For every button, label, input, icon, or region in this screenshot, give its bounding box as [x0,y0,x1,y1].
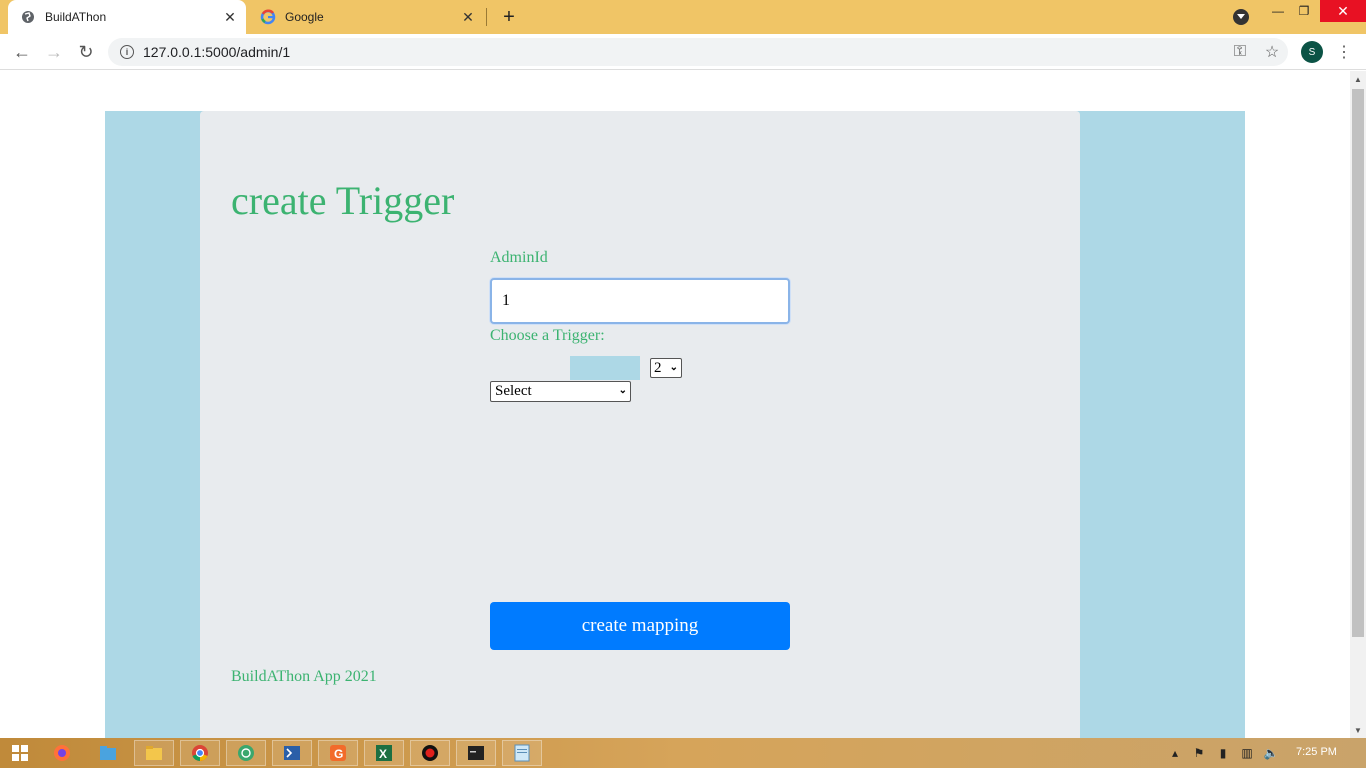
network-flag-icon[interactable]: ⚑ [1190,744,1208,762]
close-icon[interactable]: ✕ [458,7,478,27]
taskbar-clock[interactable]: 7:25 PM [1296,746,1337,758]
svg-text:X: X [379,747,387,761]
tab-separator [486,8,487,26]
count-select-value: 2 [654,359,662,376]
scrollbar[interactable]: ▲ ▼ [1350,71,1366,738]
restore-button[interactable]: ❐ [1291,0,1317,22]
tab-google[interactable]: Google ✕ [248,0,484,34]
forward-icon[interactable]: → [42,40,66,64]
tab-title: BuildAThon [45,10,107,24]
count-select[interactable]: 2 ⌄ [650,358,682,378]
chevron-down-icon[interactable] [1233,9,1249,25]
reload-icon[interactable]: ↻ [74,40,98,64]
star-icon[interactable]: ☆ [1262,42,1282,62]
battery-icon[interactable]: ▮ [1214,744,1232,762]
close-icon[interactable]: ✕ [220,7,240,27]
scroll-thumb[interactable] [1352,89,1364,637]
chevron-up-icon[interactable]: ▴ [1168,744,1182,762]
new-tab-button[interactable]: + [498,6,520,28]
files-icon[interactable] [88,740,128,766]
page-viewport: create Trigger AdminId Choose a Trigger:… [0,71,1350,738]
app-g-icon[interactable]: G [318,740,358,766]
page-background: create Trigger AdminId Choose a Trigger:… [105,111,1245,738]
scroll-down-icon[interactable]: ▼ [1350,722,1366,738]
footer-text: BuildAThon App 2021 [231,668,377,685]
browser-toolbar: ← → ↻ i 127.0.0.1:5000/admin/1 ⚿ ☆ S ⋮ [0,34,1366,70]
url-text: 127.0.0.1:5000/admin/1 [143,44,291,60]
minimize-button[interactable]: — [1265,0,1291,22]
more-menu-icon[interactable]: ⋮ [1336,41,1352,63]
chevron-down-icon: ⌄ [618,385,627,396]
page-title: create Trigger [231,178,455,223]
info-icon[interactable]: i [120,45,134,59]
signal-icon[interactable]: ▥ [1238,744,1256,762]
notepad-icon[interactable] [502,740,542,766]
chrome-icon[interactable] [180,740,220,766]
windows-start-icon[interactable] [0,740,40,766]
trigger-label: Choose a Trigger: [490,327,605,344]
chevron-down-icon: ⌄ [669,362,678,373]
terminal-icon[interactable] [456,740,496,766]
trigger-select[interactable]: Select ⌄ [490,381,631,402]
form-card: create Trigger AdminId Choose a Trigger:… [200,111,1080,738]
address-bar[interactable]: i 127.0.0.1:5000/admin/1 [108,38,1288,66]
excel-icon[interactable]: X [364,740,404,766]
taskbar: G X ▴ ⚑ ▮ ▥ 🔈 7:25 PM [0,738,1366,768]
admin-id-input[interactable] [490,278,790,324]
firefox-icon[interactable] [42,740,82,766]
globe-app-icon[interactable] [226,740,266,766]
file-explorer-icon[interactable] [134,740,174,766]
volume-icon[interactable]: 🔈 [1262,744,1280,762]
scroll-up-icon[interactable]: ▲ [1350,71,1366,87]
back-icon[interactable]: ← [10,40,34,64]
admin-id-label: AdminId [490,249,548,266]
svg-text:G: G [334,747,343,761]
powershell-icon[interactable] [272,740,312,766]
trigger-placeholder-block [570,356,640,380]
tab-title: Google [285,10,324,24]
trigger-select-value: Select [495,383,532,399]
avatar[interactable]: S [1301,41,1323,63]
google-icon [260,9,276,25]
create-mapping-button[interactable]: create mapping [490,602,790,650]
globe-icon [20,9,36,25]
window-close-button[interactable]: ✕ [1320,0,1366,22]
key-icon[interactable]: ⚿ [1230,42,1250,62]
tab-buildathon[interactable]: BuildAThon ✕ [8,0,246,34]
recorder-icon[interactable] [410,740,450,766]
tab-strip: BuildAThon ✕ Google ✕ + — ❐ ✕ [0,0,1366,34]
